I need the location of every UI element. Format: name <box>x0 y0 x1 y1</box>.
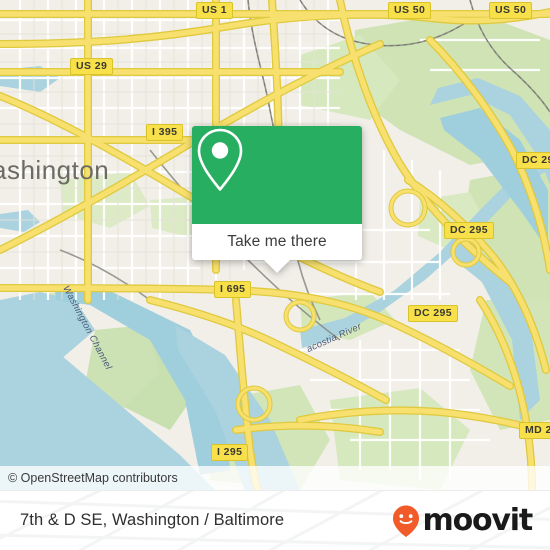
moovit-pin-smile-icon <box>392 505 419 537</box>
road-shield-dc-295-c: DC 295 <box>408 305 459 322</box>
road-shield-us-50-a: US 50 <box>388 2 432 19</box>
road-shield-us-29: US 29 <box>70 58 114 75</box>
road-shield-md-2: MD 2 <box>519 422 550 439</box>
road-shield-dc-295-b: DC 295 <box>444 222 495 239</box>
map-pin-icon <box>197 128 243 191</box>
road-shield-i-395: I 395 <box>146 124 184 141</box>
location-popup[interactable]: Take me there <box>192 126 362 273</box>
take-me-there-button[interactable]: Take me there <box>192 224 362 260</box>
location-title: 7th & D SE, Washington / Baltimore <box>20 511 285 529</box>
road-shield-us-50-b: US 50 <box>489 2 533 19</box>
moovit-wordmark: moovit <box>422 502 534 538</box>
map-canvas[interactable]: ashington Washington Channel acostia Riv… <box>0 0 550 490</box>
road-shield-dc-295-a: DC 295 <box>516 152 550 169</box>
road-shield-i-695: I 695 <box>214 281 252 298</box>
place-label-washington: ashington <box>0 155 110 185</box>
footer-bar: 7th & D SE, Washington / Baltimore moovi… <box>0 490 550 550</box>
popup-image-area <box>192 126 362 224</box>
osm-attribution-text[interactable]: © OpenStreetMap contributors <box>8 471 178 485</box>
moovit-logo[interactable]: moovit <box>391 502 534 538</box>
popup-tail <box>264 260 290 273</box>
road-shield-us-1: US 1 <box>196 2 233 19</box>
road-shield-i-295: I 295 <box>211 444 249 461</box>
map-screen: ashington Washington Channel acostia Riv… <box>0 0 550 550</box>
take-me-there-label: Take me there <box>227 233 327 250</box>
map-attribution-bar: © OpenStreetMap contributors <box>0 466 550 490</box>
